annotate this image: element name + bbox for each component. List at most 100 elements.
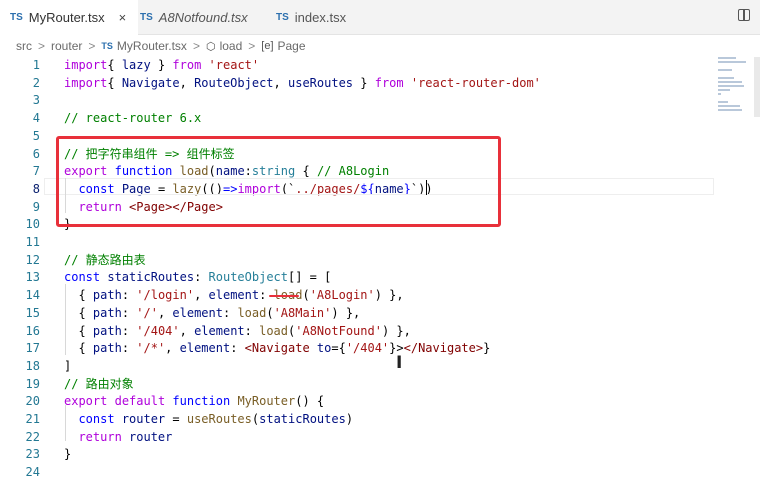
- breadcrumb-item-file[interactable]: MyRouter.tsx: [117, 39, 187, 53]
- line-number: 7: [32, 164, 40, 179]
- code-token: useRoutes: [186, 412, 252, 426]
- breadcrumb-item-page[interactable]: Page: [278, 39, 306, 53]
- code-token: RouteObject: [208, 270, 288, 285]
- code-token: load: [237, 305, 267, 320]
- code-token: {: [107, 58, 122, 72]
- breadcrumb-item-router[interactable]: router: [51, 39, 82, 53]
- code-line[interactable]: 3: [0, 92, 720, 110]
- code-line[interactable]: 15 { path: '/', element: load('A8Main') …: [0, 305, 720, 323]
- code-line[interactable]: 17 { path: '/*', element: <Navigate to={…: [0, 340, 720, 358]
- code-token: :: [244, 323, 260, 338]
- line-number: 22: [25, 429, 40, 444]
- code-line[interactable]: 11: [0, 234, 720, 252]
- code-token: const: [64, 412, 115, 426]
- line-number: 1: [32, 58, 40, 72]
- vertical-scrollbar[interactable]: [754, 57, 760, 117]
- code-token: return: [64, 429, 122, 444]
- split-editor-icon[interactable]: [738, 9, 750, 21]
- tab-a8notfound[interactable]: TS A8Notfound.tsx: [140, 0, 268, 34]
- line-number: 17: [25, 341, 40, 356]
- code-token: router: [121, 412, 166, 426]
- line-number: 13: [25, 270, 40, 285]
- code-editor[interactable]: 1 import{ lazy } from 'react' 2 import{ Nav…: [0, 57, 720, 494]
- chevron-right-icon: >: [192, 39, 200, 53]
- code-token: (: [302, 288, 310, 303]
- code-line[interactable]: 23}: [0, 446, 720, 464]
- line-number: 5: [32, 128, 40, 143]
- line-number: 21: [25, 412, 40, 426]
- line-number: 2: [32, 75, 40, 90]
- code-token: ]: [64, 358, 72, 373]
- code-token: 'A8NotFound': [295, 323, 382, 338]
- code-token: :: [121, 341, 137, 356]
- code-content: import{ Navigate, RouteObject, useRoutes…: [64, 75, 541, 93]
- code-token: }: [353, 75, 375, 90]
- code-token: :: [230, 341, 245, 356]
- code-line[interactable]: 19 // 路由对象: [0, 376, 720, 394]
- code-line[interactable]: 4 // react-router 6.x: [0, 110, 720, 128]
- code-line[interactable]: 13 const staticRoutes: RouteObject[] = [: [0, 269, 720, 287]
- code-content: import{ lazy } from 'react': [64, 57, 259, 75]
- code-token: '/404': [136, 323, 180, 338]
- code-token: from: [374, 75, 404, 90]
- code-token: useRoutes: [288, 75, 354, 90]
- code-token: ,: [179, 323, 195, 338]
- code-token: path: [92, 288, 122, 303]
- typescript-file-icon: TS: [10, 12, 23, 23]
- code-line[interactable]: 22 return router: [0, 429, 720, 447]
- code-token: {: [64, 323, 93, 338]
- tab-myrouter[interactable]: TS MyRouter.tsx ×: [0, 0, 138, 35]
- code-token: '/404': [345, 341, 390, 356]
- code-line[interactable]: 14 { path: '/login', element: load('A8Lo…: [0, 287, 720, 305]
- code-token: {: [64, 305, 93, 320]
- code-token: :: [194, 270, 209, 285]
- close-icon[interactable]: ×: [119, 10, 127, 25]
- code-token: {: [64, 288, 93, 303]
- code-token: '/login': [136, 288, 195, 303]
- line-number: 12: [25, 252, 40, 267]
- tab-label: A8Notfound.tsx: [158, 9, 248, 25]
- code-token: :: [222, 305, 238, 320]
- code-line[interactable]: 2 import{ Navigate, RouteObject, useRoute…: [0, 75, 720, 93]
- line-number: 16: [25, 323, 40, 338]
- breadcrumb-item-src[interactable]: src: [16, 39, 32, 53]
- code-token: export: [64, 394, 108, 409]
- code-line[interactable]: 1 import{ lazy } from 'react': [0, 57, 720, 75]
- line-number: 24: [25, 465, 40, 480]
- tab-label: index.tsx: [294, 9, 347, 25]
- code-token: to: [316, 341, 332, 356]
- line-number: 4: [32, 111, 40, 126]
- code-token: ,: [179, 75, 195, 90]
- breadcrumb-item-load[interactable]: load: [220, 39, 243, 53]
- code-token: 'react': [208, 58, 260, 72]
- code-token: Navigate: [121, 75, 180, 90]
- text-caret: [426, 180, 427, 195]
- code-line[interactable]: 16 { path: '/404', element: load('A8NotF…: [0, 323, 720, 341]
- code-line[interactable]: 24: [0, 464, 720, 482]
- code-token: load: [259, 323, 289, 338]
- code-token: {: [64, 341, 93, 356]
- code-content: const router = useRoutes(staticRoutes): [64, 411, 353, 429]
- code-token: element: [208, 288, 260, 303]
- code-token: (: [266, 305, 274, 320]
- chevron-right-icon: >: [88, 39, 96, 53]
- code-line[interactable]: 12 // 静态路由表: [0, 252, 720, 270]
- tab-index[interactable]: TS index.tsx: [276, 0, 376, 34]
- code-content: }: [64, 446, 71, 464]
- code-line[interactable]: 21 const router = useRoutes(staticRoutes…: [0, 411, 720, 429]
- code-line[interactable]: 18]: [0, 358, 720, 376]
- code-token: }: [64, 447, 72, 462]
- minimap[interactable]: [718, 57, 752, 117]
- code-content: ]: [64, 358, 71, 376]
- code-token: <Navigate: [244, 341, 317, 356]
- code-line[interactable]: 20 export default function MyRouter() {: [0, 393, 720, 411]
- code-token: ,: [165, 341, 180, 356]
- chevron-right-icon: >: [38, 39, 46, 53]
- tab-label: MyRouter.tsx: [28, 10, 105, 25]
- code-token: path: [92, 305, 122, 320]
- code-token: const: [64, 270, 101, 285]
- line-number: 14: [25, 288, 40, 303]
- code-content: { path: '/*', element: <Navigate to={'/4…: [64, 340, 490, 358]
